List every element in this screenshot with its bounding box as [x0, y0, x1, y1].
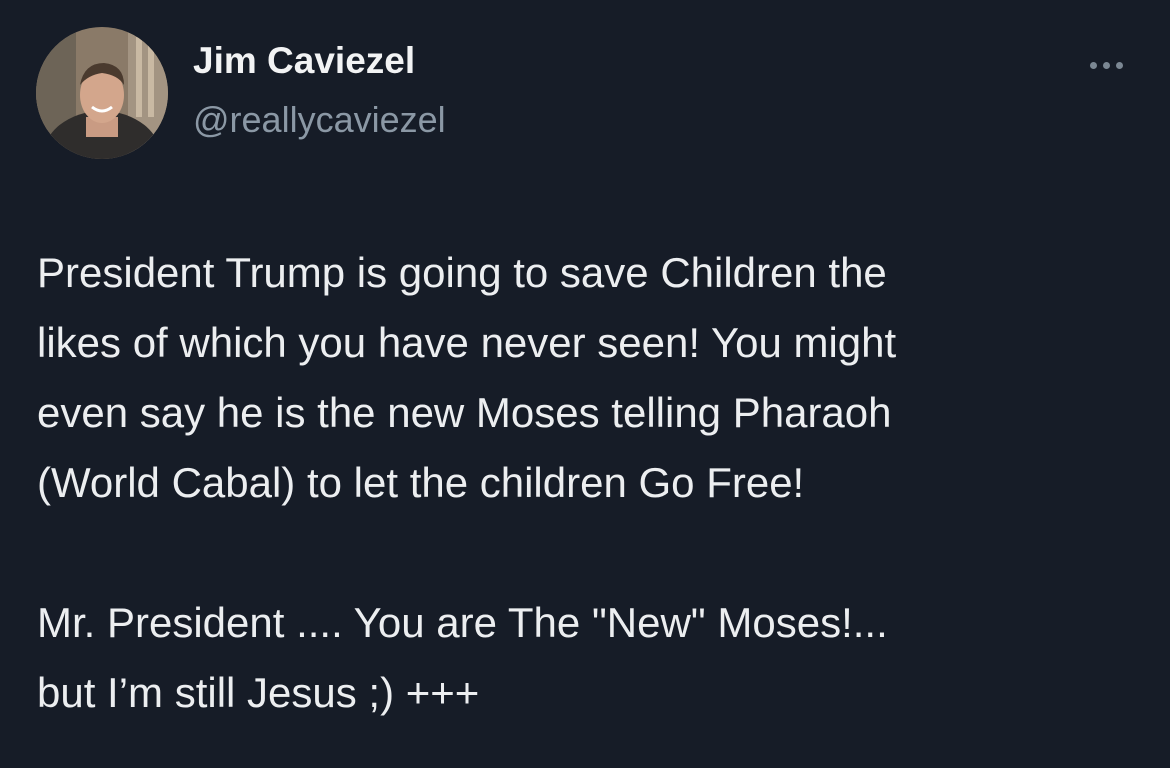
- more-horizontal-icon: [1089, 61, 1097, 69]
- avatar[interactable]: [36, 27, 168, 159]
- tweet-line: even say he is the new Moses telling Pha…: [37, 389, 892, 436]
- more-horizontal-icon: [1102, 61, 1110, 69]
- tweet-line: likes of which you have never seen! You …: [37, 319, 897, 366]
- display-name[interactable]: Jim Caviezel: [193, 40, 415, 82]
- more-horizontal-icon: [1115, 61, 1123, 69]
- tweet-line: President Trump is going to save Childre…: [37, 249, 887, 296]
- tweet-line: but I’m still Jesus ;) +++: [37, 669, 480, 716]
- tweet-line: Mr. President .... You are The "New" Mos…: [37, 599, 888, 646]
- avatar-photo: [36, 27, 168, 159]
- tweet-text: President Trump is going to save Childre…: [37, 238, 1137, 728]
- username-handle[interactable]: @reallycaviezel: [193, 99, 446, 141]
- more-options-button[interactable]: [1076, 50, 1136, 80]
- tweet-line: (World Cabal) to let the children Go Fre…: [37, 459, 805, 506]
